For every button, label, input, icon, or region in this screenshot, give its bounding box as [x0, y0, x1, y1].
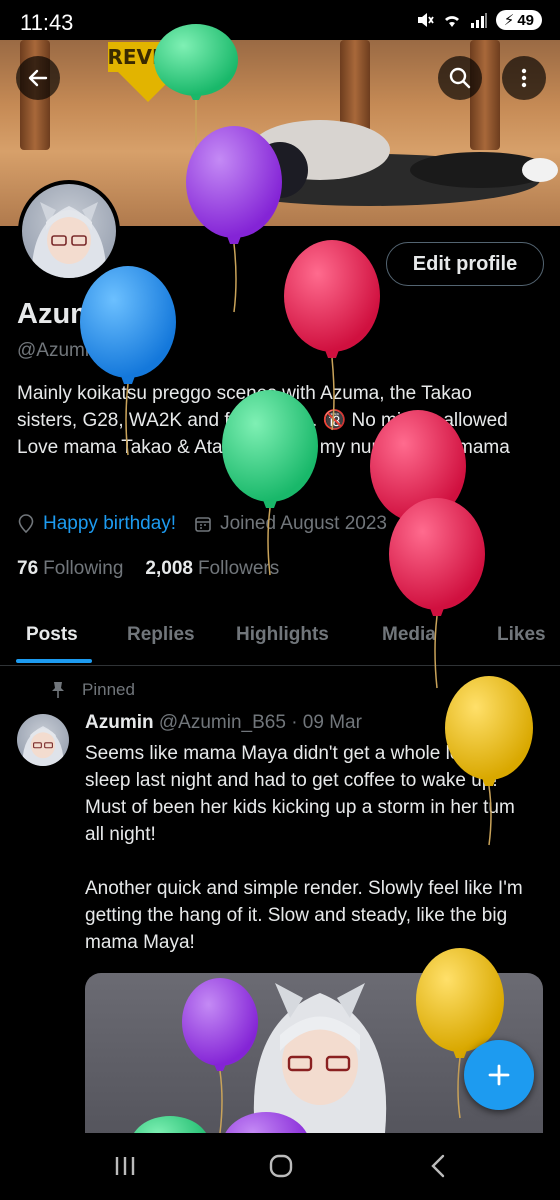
banner-revive-arrow	[118, 72, 178, 102]
wifi-icon	[444, 16, 459, 27]
back-icon	[431, 1154, 445, 1178]
followers-count: 2,008	[145, 558, 193, 579]
tab-highlights[interactable]: Highlights	[236, 624, 329, 646]
following-link[interactable]: 76 Following	[17, 558, 123, 580]
status-time: 11:43	[20, 10, 74, 35]
banner-revive-sign: REVIVE	[107, 42, 189, 72]
pinned-label: Pinned	[82, 680, 135, 699]
tab-likes[interactable]: Likes	[497, 624, 546, 646]
battery-level: 49	[517, 11, 534, 29]
post-header: Azumin @Azumin_B65 · 09 Mar	[85, 712, 362, 734]
home-icon	[269, 1154, 293, 1178]
profile-name: Azumin	[17, 298, 122, 330]
home-button[interactable]	[268, 1153, 294, 1184]
tab-replies[interactable]: Replies	[127, 624, 195, 646]
post-author-avatar[interactable]	[17, 714, 69, 766]
profile-bio: Mainly koikatsu preggo scenes with Azuma…	[17, 383, 510, 458]
battery-bolt-icon: ⚡	[503, 12, 515, 29]
profile-handle: @Azumin_B65	[17, 340, 145, 361]
search-icon	[449, 67, 471, 89]
avatar-character-image	[31, 202, 107, 278]
profile-avatar[interactable]	[18, 180, 120, 282]
joined-date: Joined August 2023	[220, 513, 387, 534]
birthday-link[interactable]: Happy birthday!	[43, 513, 176, 535]
profile-meta: Happy birthday! Joined August 2023	[17, 513, 387, 535]
mute-icon	[417, 13, 434, 27]
tab-posts[interactable]: Posts	[26, 624, 78, 646]
followers-link[interactable]: 2,008 Followers	[145, 558, 279, 580]
back-arrow-icon	[28, 69, 48, 87]
plus-icon	[488, 1064, 510, 1086]
recents-button[interactable]	[112, 1153, 138, 1184]
post-author-name[interactable]: Azumin	[85, 712, 154, 733]
avatar-character-image	[22, 726, 64, 766]
edit-profile-button[interactable]: Edit profile	[386, 242, 544, 286]
more-options-button[interactable]	[502, 56, 546, 100]
back-button[interactable]	[16, 56, 60, 100]
post-body[interactable]: Seems like mama Maya didn't get a whole …	[85, 740, 530, 956]
location-icon	[18, 514, 34, 534]
post-text-paragraph-2: Another quick and simple render. Slowly …	[85, 878, 523, 953]
compose-post-button[interactable]	[464, 1040, 534, 1110]
followers-label: Followers	[197, 558, 280, 579]
following-label: Following	[43, 558, 124, 579]
more-vertical-icon	[521, 68, 527, 88]
pin-icon	[52, 682, 64, 698]
battery-indicator: ⚡ 49	[495, 10, 542, 30]
status-bar: 11:43 ⚡ 49	[0, 0, 560, 40]
follow-stats: 76 Following 2,008 Followers	[17, 558, 279, 580]
system-back-button[interactable]	[426, 1153, 452, 1184]
banner-character-figure	[200, 120, 558, 206]
recents-icon	[115, 1157, 135, 1175]
active-tab-indicator	[16, 659, 92, 663]
post-date: · 09 Mar	[291, 712, 362, 733]
search-button[interactable]	[438, 56, 482, 100]
signal-icon	[470, 13, 487, 28]
calendar-icon	[195, 517, 211, 532]
tab-media[interactable]: Media	[382, 624, 436, 646]
following-count: 76	[17, 558, 39, 579]
status-icons: ⚡ 49	[416, 10, 542, 30]
post-author-handle: @Azumin_B65	[158, 712, 286, 733]
pinned-indicator: Pinned	[50, 680, 135, 700]
system-navigation-bar	[0, 1133, 560, 1200]
post-text-paragraph-1: Seems like mama Maya didn't get a whole …	[85, 743, 515, 845]
profile-tabs: Posts Replies Highlights Media Likes	[0, 612, 560, 666]
